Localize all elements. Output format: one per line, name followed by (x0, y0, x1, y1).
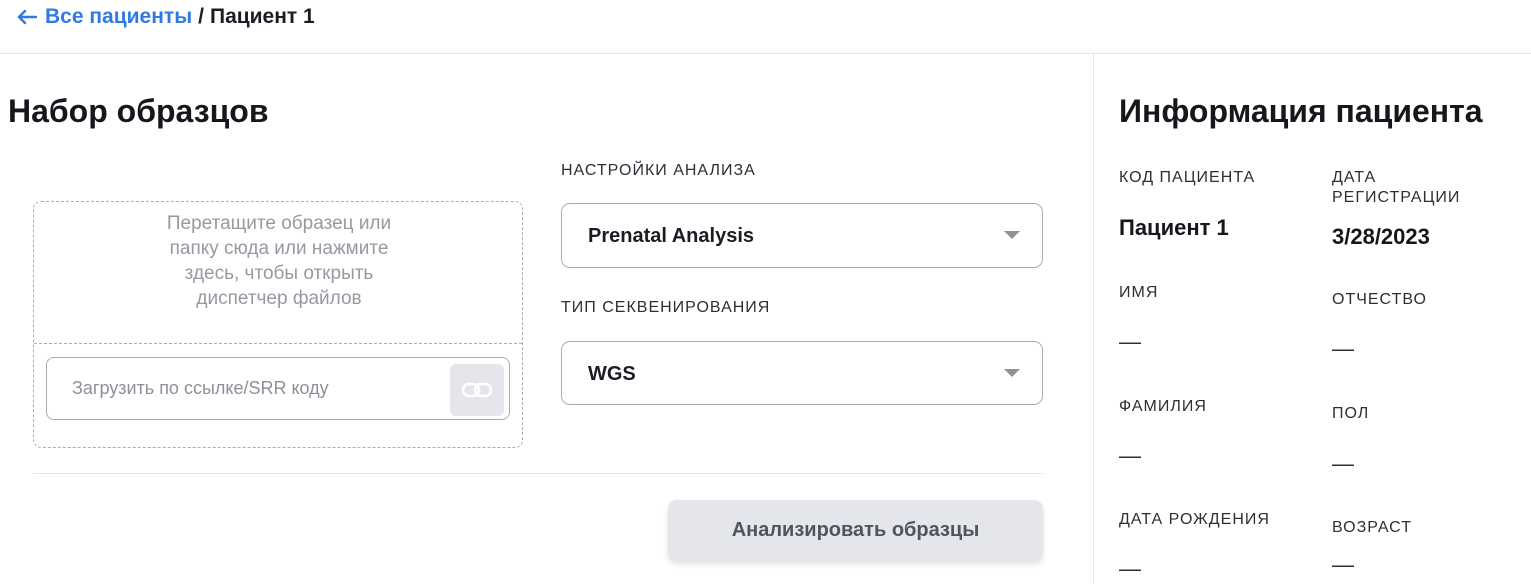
form-divider (33, 473, 1043, 474)
patient-code-label: КОД ПАЦИЕНТА (1119, 169, 1256, 186)
last-name-label: ФАМИЛИЯ (1119, 398, 1207, 415)
url-input[interactable] (59, 368, 439, 408)
breadcrumb-current: Пациент 1 (209, 5, 315, 28)
patient-info-title: Информация пациента (1119, 93, 1483, 129)
analysis-type-select[interactable]: Prenatal Analysis (561, 203, 1043, 268)
dropzone-separator (34, 343, 522, 344)
birth-date-label: ДАТА РОЖДЕНИЯ (1119, 511, 1270, 528)
back-link-label: Все пациенты (45, 5, 193, 28)
sequencing-type-value: WGS (588, 363, 636, 385)
registration-date-value: 3/28/2023 (1332, 224, 1430, 249)
patronymic-value: — (1332, 336, 1354, 361)
file-dropzone[interactable]: Перетащите образец или папку сюда или на… (33, 201, 523, 448)
samples-title: Набор образцов (8, 93, 269, 129)
chevron-down-icon (1004, 369, 1020, 377)
chevron-down-icon (1004, 231, 1020, 239)
last-name-value: — (1119, 443, 1141, 468)
sex-label: ПОЛ (1332, 405, 1370, 422)
dropzone-text: Перетащите образец или папку сюда или на… (166, 213, 392, 309)
link-upload-button[interactable] (450, 364, 504, 416)
sex-value: — (1332, 451, 1354, 476)
birth-date-value: — (1119, 556, 1141, 581)
link-icon (461, 382, 493, 398)
analysis-type-value: Prenatal Analysis (588, 225, 755, 247)
analysis-settings-label: НАСТРОЙКИ АНАЛИЗА (561, 162, 756, 179)
registration-date-label: ДАТА РЕГИСТРАЦИИ (1332, 169, 1461, 206)
sequencing-type-label: ТИП СЕКВЕНИРОВАНИЯ (561, 299, 771, 316)
first-name-label: ИМЯ (1119, 284, 1159, 301)
analyze-samples-button[interactable]: Анализировать образцы (668, 500, 1043, 561)
back-to-patients-link[interactable]: Все пациенты (17, 5, 192, 29)
patronymic-label: ОТЧЕСТВО (1332, 291, 1427, 308)
age-label: ВОЗРАСТ (1332, 519, 1412, 536)
first-name-value: — (1119, 329, 1141, 354)
breadcrumb-separator: / (198, 5, 204, 28)
patient-code-value: Пациент 1 (1119, 215, 1229, 240)
top-bar: Все пациенты / Пациент 1 (0, 0, 1531, 54)
url-input-container (46, 357, 510, 420)
age-value: — (1332, 552, 1354, 577)
sequencing-type-select[interactable]: WGS (561, 341, 1043, 405)
arrow-left-icon (17, 9, 37, 25)
panel-divider (1093, 54, 1094, 584)
breadcrumb: Все пациенты / Пациент 1 (17, 5, 315, 29)
